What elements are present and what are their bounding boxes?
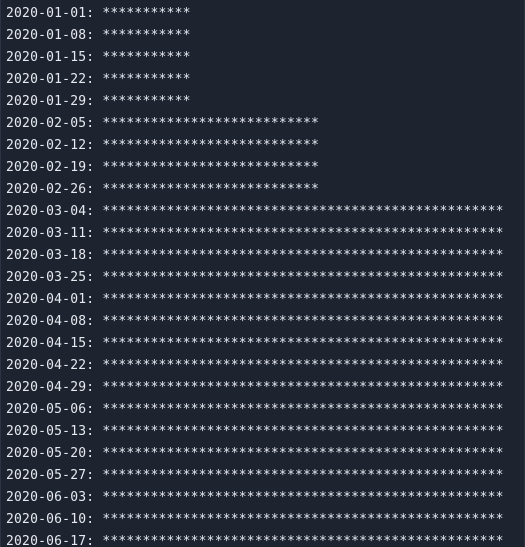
line-stars: *********** [102,6,191,21]
line-stars: ****************************************… [102,402,504,417]
terminal-line: 2020-01-22: *********** [6,69,521,91]
line-date: 2020-04-29: [6,380,95,395]
terminal-line: 2020-03-04: ****************************… [6,201,521,223]
line-stars: ****************************************… [102,336,504,351]
line-stars: ****************************************… [102,380,504,395]
line-stars: ****************************************… [102,424,504,439]
line-date: 2020-01-08: [6,28,95,43]
line-date: 2020-05-06: [6,402,95,417]
terminal-line: 2020-03-25: ****************************… [6,267,521,289]
terminal-line: 2020-02-12: *************************** [6,135,521,157]
line-stars: ****************************************… [102,446,504,461]
line-stars: *********** [102,28,191,43]
line-date: 2020-04-08: [6,314,95,329]
line-date: 2020-06-10: [6,512,95,527]
line-stars: ****************************************… [102,292,504,307]
line-stars: *************************** [102,138,320,153]
line-date: 2020-04-22: [6,358,95,373]
terminal-line: 2020-01-15: *********** [6,47,521,69]
line-date: 2020-01-15: [6,50,95,65]
line-stars: ****************************************… [102,490,504,505]
line-date: 2020-02-05: [6,116,95,131]
line-date: 2020-01-22: [6,72,95,87]
line-stars: ****************************************… [102,468,504,483]
terminal-line: 2020-06-10: ****************************… [6,509,521,531]
terminal-line: 2020-04-08: ****************************… [6,311,521,333]
line-stars: ****************************************… [102,534,504,547]
line-date: 2020-05-20: [6,446,95,461]
line-stars: ****************************************… [102,204,504,219]
terminal-line: 2020-03-18: ****************************… [6,245,521,267]
terminal-line: 2020-05-27: ****************************… [6,465,521,487]
terminal-line: 2020-01-01: *********** [6,3,521,25]
line-stars: *************************** [102,116,320,131]
terminal-line: 2020-04-01: ****************************… [6,289,521,311]
terminal-line: 2020-02-26: *************************** [6,179,521,201]
terminal-line: 2020-04-15: ****************************… [6,333,521,355]
line-date: 2020-03-18: [6,248,95,263]
terminal-output[interactable]: 2020-01-01: *********** 2020-01-08: ****… [6,3,521,547]
line-date: 2020-02-26: [6,182,95,197]
line-stars: ****************************************… [102,314,504,329]
line-date: 2020-03-04: [6,204,95,219]
line-date: 2020-04-01: [6,292,95,307]
line-stars: *********** [102,50,191,65]
terminal-line: 2020-02-19: *************************** [6,157,521,179]
line-stars: *********** [102,94,191,109]
terminal-line: 2020-01-29: *********** [6,91,521,113]
line-stars: *********** [102,72,191,87]
line-date: 2020-06-03: [6,490,95,505]
line-stars: *************************** [102,182,320,197]
terminal-line: 2020-05-06: ****************************… [6,399,521,421]
terminal-line: 2020-05-20: ****************************… [6,443,521,465]
terminal-line: 2020-05-13: ****************************… [6,421,521,443]
line-stars: ****************************************… [102,512,504,527]
line-stars: ****************************************… [102,270,504,285]
terminal-line: 2020-04-22: ****************************… [6,355,521,377]
line-date: 2020-03-11: [6,226,95,241]
line-date: 2020-02-19: [6,160,95,175]
line-date: 2020-05-13: [6,424,95,439]
terminal-line: 2020-06-17: ****************************… [6,531,521,547]
line-stars: *************************** [102,160,320,175]
terminal-line: 2020-01-08: *********** [6,25,521,47]
terminal-line: 2020-02-05: *************************** [6,113,521,135]
line-date: 2020-01-01: [6,6,95,21]
line-date: 2020-01-29: [6,94,95,109]
line-stars: ****************************************… [102,358,504,373]
line-date: 2020-02-12: [6,138,95,153]
line-stars: ****************************************… [102,248,504,263]
line-date: 2020-06-17: [6,534,95,547]
terminal-line: 2020-04-29: ****************************… [6,377,521,399]
line-date: 2020-03-25: [6,270,95,285]
terminal-line: 2020-06-03: ****************************… [6,487,521,509]
terminal-window: 2020-01-01: *********** 2020-01-08: ****… [0,0,525,547]
line-stars: ****************************************… [102,226,504,241]
line-date: 2020-04-15: [6,336,95,351]
line-date: 2020-05-27: [6,468,95,483]
terminal-line: 2020-03-11: ****************************… [6,223,521,245]
